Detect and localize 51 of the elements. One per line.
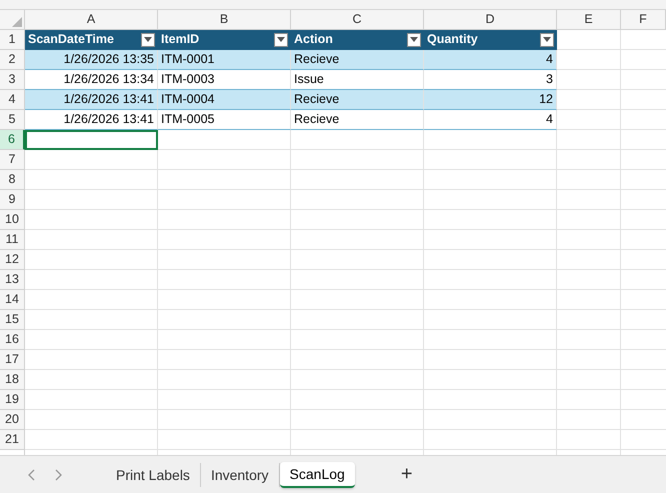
row-header[interactable]: 12 [0, 250, 25, 270]
table-cell: 1/26/2026 13:41 [25, 110, 158, 130]
table-cell: 12 [424, 90, 557, 110]
table-cell: 1/26/2026 13:41 [25, 90, 158, 110]
sheet-tab[interactable]: Print Labels [106, 462, 201, 486]
column-header[interactable]: D [424, 10, 557, 30]
filter-dropdown-icon[interactable] [274, 32, 288, 46]
filter-dropdown-icon[interactable] [141, 32, 155, 46]
row-header[interactable]: 2 [0, 50, 25, 70]
row-header[interactable]: 1 [0, 30, 25, 50]
table-cell: Recieve [291, 90, 424, 110]
table-cell: 4 [424, 110, 557, 130]
row-header[interactable]: 18 [0, 370, 25, 390]
row-header[interactable]: 7 [0, 150, 25, 170]
row-header[interactable]: 8 [0, 170, 25, 190]
row-header[interactable]: 11 [0, 230, 25, 250]
row-header[interactable]: 10 [0, 210, 25, 230]
row-header[interactable]: 21 [0, 430, 25, 450]
column-header[interactable]: B [158, 10, 291, 30]
table-cell: Recieve [291, 50, 424, 70]
table-cell: 1/26/2026 13:35 [25, 50, 158, 70]
table-cell: ITM-0001 [158, 50, 291, 70]
table-header-cell: ScanDateTime [25, 30, 158, 50]
row-header[interactable]: 17 [0, 350, 25, 370]
row-header[interactable]: 16 [0, 330, 25, 350]
table-cell: ITM-0004 [158, 90, 291, 110]
row-header[interactable]: 3 [0, 70, 25, 90]
table-cell: Recieve [291, 110, 424, 130]
row-header[interactable]: 14 [0, 290, 25, 310]
row-header[interactable]: 5 [0, 110, 25, 130]
row-header[interactable]: 19 [0, 390, 25, 410]
row-header[interactable]: 15 [0, 310, 25, 330]
column-header[interactable]: C [291, 10, 424, 30]
active-cell[interactable] [25, 130, 158, 150]
table-header-cell: ItemID [158, 30, 291, 50]
filter-dropdown-icon[interactable] [540, 32, 554, 46]
column-header[interactable]: E [557, 10, 621, 30]
table-cell: 4 [424, 50, 557, 70]
row-header[interactable]: 9 [0, 190, 25, 210]
table-header-cell: Quantity [424, 30, 557, 50]
row-header[interactable]: 20 [0, 410, 25, 430]
table-header-cell: Action [291, 30, 424, 50]
sheet-tab[interactable]: ScanLog [280, 462, 355, 488]
row-header[interactable]: 4 [0, 90, 25, 110]
add-sheet-button[interactable]: + [394, 462, 418, 487]
table-cell: ITM-0005 [158, 110, 291, 130]
filter-dropdown-icon[interactable] [407, 32, 421, 46]
column-header[interactable]: A [25, 10, 158, 30]
column-header[interactable]: F [621, 10, 666, 30]
row-header[interactable]: 6 [0, 130, 25, 150]
row-header[interactable]: 13 [0, 270, 25, 290]
